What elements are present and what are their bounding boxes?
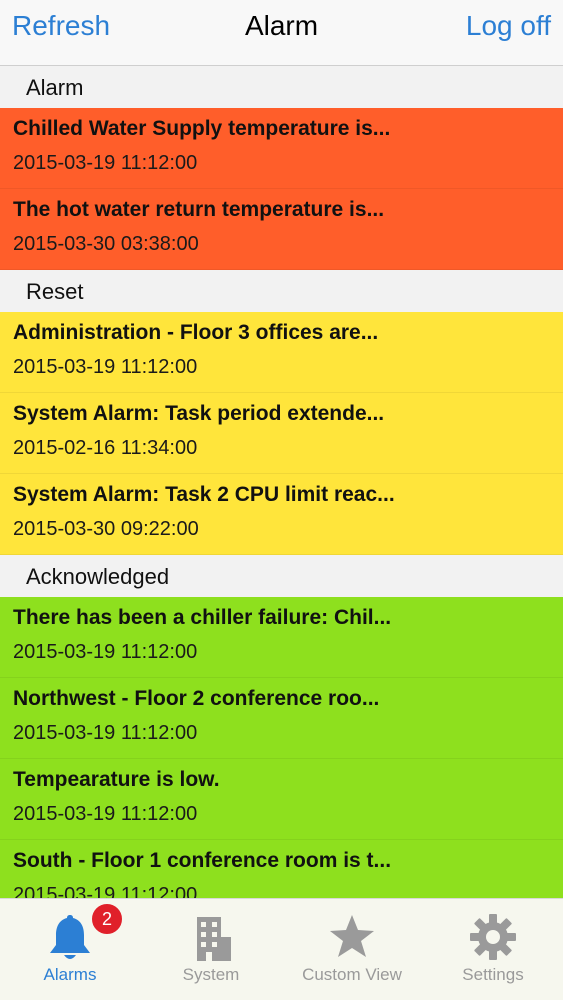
alarm-title: Administration - Floor 3 offices are... xyxy=(13,321,379,344)
alarm-title: South - Floor 1 conference room is t... xyxy=(13,849,392,872)
alarm-timestamp: 2015-03-19 11:12:00 xyxy=(13,803,198,825)
alarm-row[interactable]: System Alarm: Task 2 CPU limit reac... 2… xyxy=(0,474,563,555)
alarm-timestamp: 2015-02-16 11:34:00 xyxy=(13,437,198,459)
alarm-row[interactable]: There has been a chiller failure: Chil..… xyxy=(0,597,563,678)
alarm-title: Tempearature is low. xyxy=(13,768,220,791)
section-header-acknowledged: Acknowledged xyxy=(0,555,563,597)
tab-custom-view[interactable]: Custom View xyxy=(282,899,422,999)
section-header-reset: Reset xyxy=(0,270,563,312)
alarm-title: Northwest - Floor 2 conference roo... xyxy=(13,687,380,710)
alarm-row[interactable]: System Alarm: Task period extende... 201… xyxy=(0,393,563,474)
tab-label: Alarms xyxy=(43,965,97,984)
alarm-row[interactable]: Chilled Water Supply temperature is... 2… xyxy=(0,108,563,189)
alarm-count-badge: 2 xyxy=(90,902,124,936)
tab-bar: 2 Alarms System Custom View Settings xyxy=(0,898,563,1000)
alarm-title: There has been a chiller failure: Chil..… xyxy=(13,606,392,629)
tab-alarms[interactable]: 2 Alarms xyxy=(0,899,140,999)
alarm-timestamp: 2015-03-19 11:12:00 xyxy=(13,722,198,744)
bell-icon xyxy=(44,911,96,968)
tab-settings[interactable]: Settings xyxy=(423,899,563,999)
alarm-timestamp: 2015-03-19 11:12:00 xyxy=(13,152,198,174)
tab-label: Custom View xyxy=(302,965,402,984)
alarm-timestamp: 2015-03-19 11:12:00 xyxy=(13,356,198,378)
alarm-row[interactable]: Northwest - Floor 2 conference roo... 20… xyxy=(0,678,563,759)
alarm-row[interactable]: South - Floor 1 conference room is t... … xyxy=(0,840,563,898)
alarm-timestamp: 2015-03-19 11:12:00 xyxy=(13,884,198,898)
tab-label: System xyxy=(182,965,240,984)
gear-icon xyxy=(467,911,519,968)
alarm-timestamp: 2015-03-30 03:38:00 xyxy=(13,233,199,255)
alarm-row[interactable]: The hot water return temperature is... 2… xyxy=(0,189,563,270)
tab-label: Settings xyxy=(462,965,524,984)
log-off-button[interactable]: Log off xyxy=(466,10,551,42)
alarm-list[interactable]: Alarm Chilled Water Supply temperature i… xyxy=(0,66,563,898)
alarm-row[interactable]: Tempearature is low. 2015-03-19 11:12:00 xyxy=(0,759,563,840)
navigation-bar: Refresh Alarm Log off xyxy=(0,0,563,66)
star-icon xyxy=(326,911,378,968)
alarm-title: System Alarm: Task 2 CPU limit reac... xyxy=(13,483,395,506)
alarm-timestamp: 2015-03-19 11:12:00 xyxy=(13,641,198,663)
alarm-row[interactable]: Administration - Floor 3 offices are... … xyxy=(0,312,563,393)
alarm-timestamp: 2015-03-30 09:22:00 xyxy=(13,518,199,540)
tab-system[interactable]: System xyxy=(141,899,281,999)
alarm-title: Chilled Water Supply temperature is... xyxy=(13,117,391,140)
alarm-title: The hot water return temperature is... xyxy=(13,198,385,221)
building-icon xyxy=(185,911,237,968)
section-header-alarm: Alarm xyxy=(0,66,563,108)
alarm-title: System Alarm: Task period extende... xyxy=(13,402,385,425)
